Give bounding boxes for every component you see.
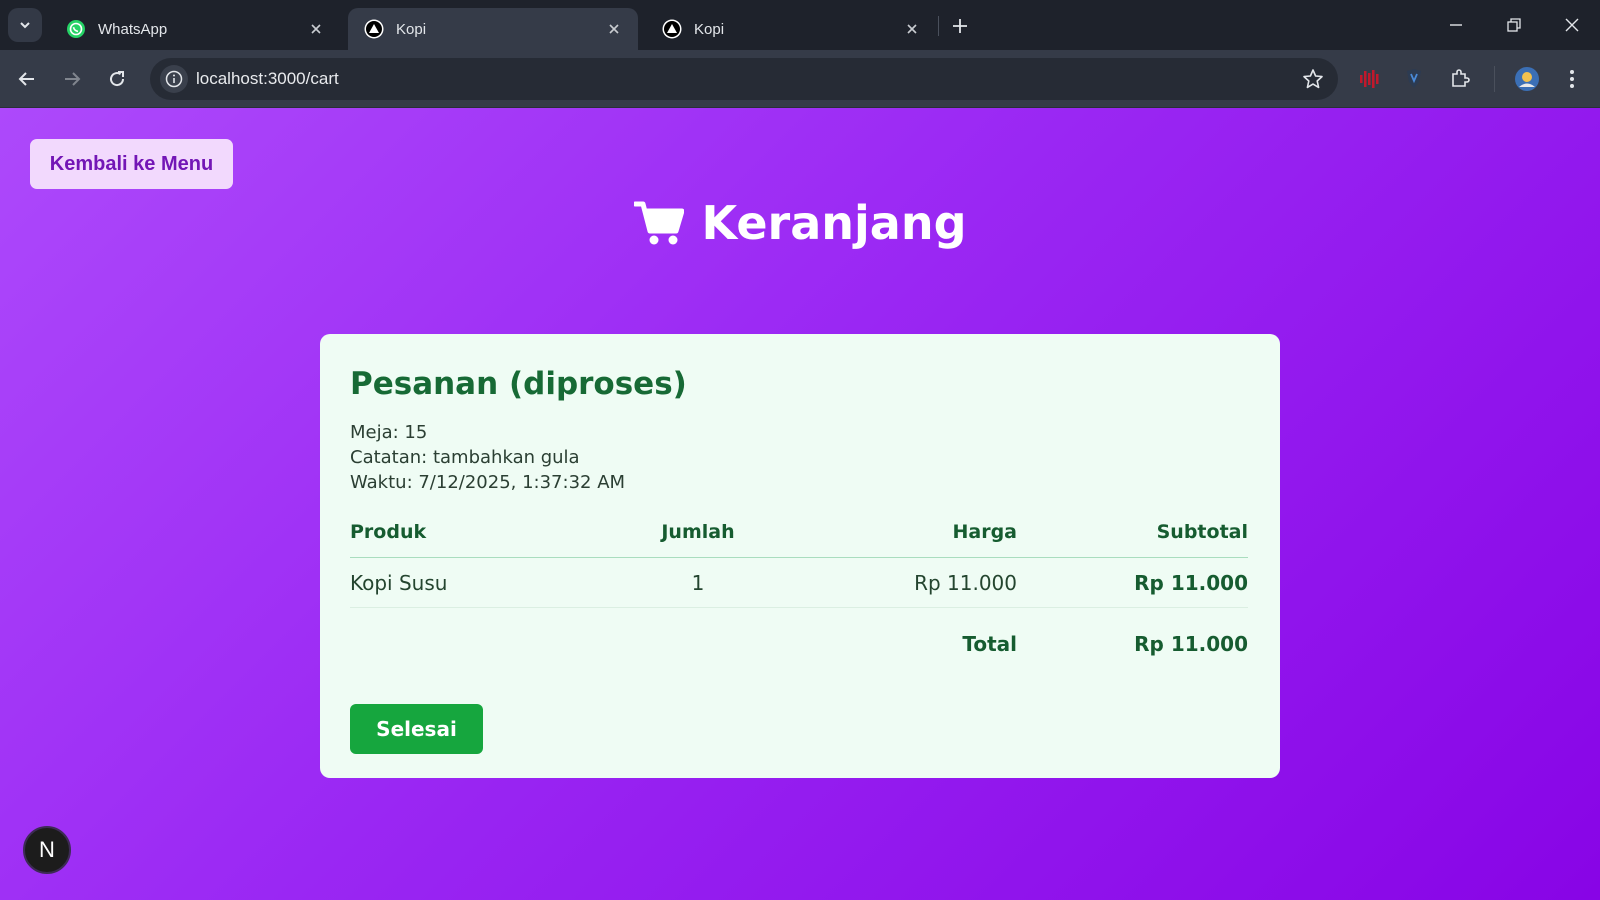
close-icon[interactable] [306,19,326,39]
cell-qty: 1 [600,557,796,608]
back-nav-button[interactable] [12,64,42,94]
order-card: Pesanan (diproses) Meja: 15 Catatan: tam… [320,334,1280,778]
order-note: Catatan: tambahkan gula [350,447,580,468]
shield-extension-icon[interactable] [1400,65,1428,93]
tab-kopi-active[interactable]: Kopi [348,8,638,50]
order-heading: Pesanan (diproses) [350,366,687,402]
nextjs-dev-badge[interactable]: N [23,826,71,874]
restore-icon [1507,18,1521,32]
tab-title: Kopi [396,20,427,38]
forward-nav-button[interactable] [57,64,87,94]
column-header-qty: Jumlah [600,521,796,558]
tab-strip: WhatsApp Kopi Kopi [0,0,1600,50]
minimize-icon [1450,24,1462,26]
column-header-product: Produk [350,521,600,558]
total-value: Rp 11.000 [1134,632,1248,656]
tab-divider [938,16,939,36]
finish-order-button[interactable]: Selesai [350,704,483,754]
close-icon [1565,18,1579,32]
toolbar-divider [1494,66,1495,92]
minimize-button[interactable] [1436,8,1476,42]
reload-button[interactable] [102,64,132,94]
address-bar[interactable]: localhost:3000/cart [150,58,1338,100]
column-header-price: Harga [796,521,1017,558]
site-info-icon[interactable] [160,65,188,93]
tab-title: WhatsApp [98,20,168,38]
back-to-menu-button[interactable]: Kembali ke Menu [30,139,233,189]
order-time: Waktu: 7/12/2025, 1:37:32 AM [350,472,626,493]
column-header-subtotal: Subtotal [1017,521,1248,558]
total-label: Total [962,632,1017,656]
browser-menu-icon[interactable] [1558,65,1586,93]
browser-toolbar: localhost:3000/cart [0,50,1600,108]
table-row: Kopi Susu 1 Rp 11.000 Rp 11.000 [350,557,1248,608]
cell-price: Rp 11.000 [796,557,1017,608]
arrow-right-icon [65,72,81,86]
nextjs-triangle-icon [662,19,682,39]
restore-button[interactable] [1494,8,1534,42]
cell-subtotal: Rp 11.000 [1017,557,1248,608]
audio-extension-icon[interactable] [1356,65,1384,93]
table-header-row: Produk Jumlah Harga Subtotal [350,521,1248,558]
tab-whatsapp[interactable]: WhatsApp [50,8,340,50]
tab-search-button[interactable] [8,8,42,42]
cart-page: Kembali ke Menu Keranjang Pesanan (dipro… [0,108,1600,900]
reload-icon [110,71,125,87]
total-row: Total Rp 11.000 [350,608,1248,669]
whatsapp-icon [66,19,86,39]
plus-icon [953,19,967,33]
chevron-down-icon [20,22,30,29]
cell-product: Kopi Susu [350,557,600,608]
shopping-cart-icon [633,201,684,245]
new-tab-button[interactable] [946,12,974,40]
url-text: localhost:3000/cart [196,69,339,88]
table-number: Meja: 15 [350,422,428,443]
page-title-text: Keranjang [701,196,967,250]
bookmark-star-icon[interactable] [1302,68,1324,90]
window-close-button[interactable] [1552,8,1592,42]
tab-title: Kopi [694,20,725,38]
order-meta: Meja: 15 Catatan: tambahkan gula Waktu: … [350,420,1250,495]
extensions-puzzle-icon[interactable] [1446,65,1474,93]
close-icon[interactable] [604,19,624,39]
tab-kopi[interactable]: Kopi [646,8,936,50]
nextjs-triangle-icon [364,19,384,39]
profile-avatar-icon[interactable] [1513,65,1541,93]
arrow-left-icon [18,72,34,86]
page-title: Keranjang [0,196,1600,250]
close-icon[interactable] [902,19,922,39]
order-table: Produk Jumlah Harga Subtotal Kopi Susu 1… [350,521,1248,668]
